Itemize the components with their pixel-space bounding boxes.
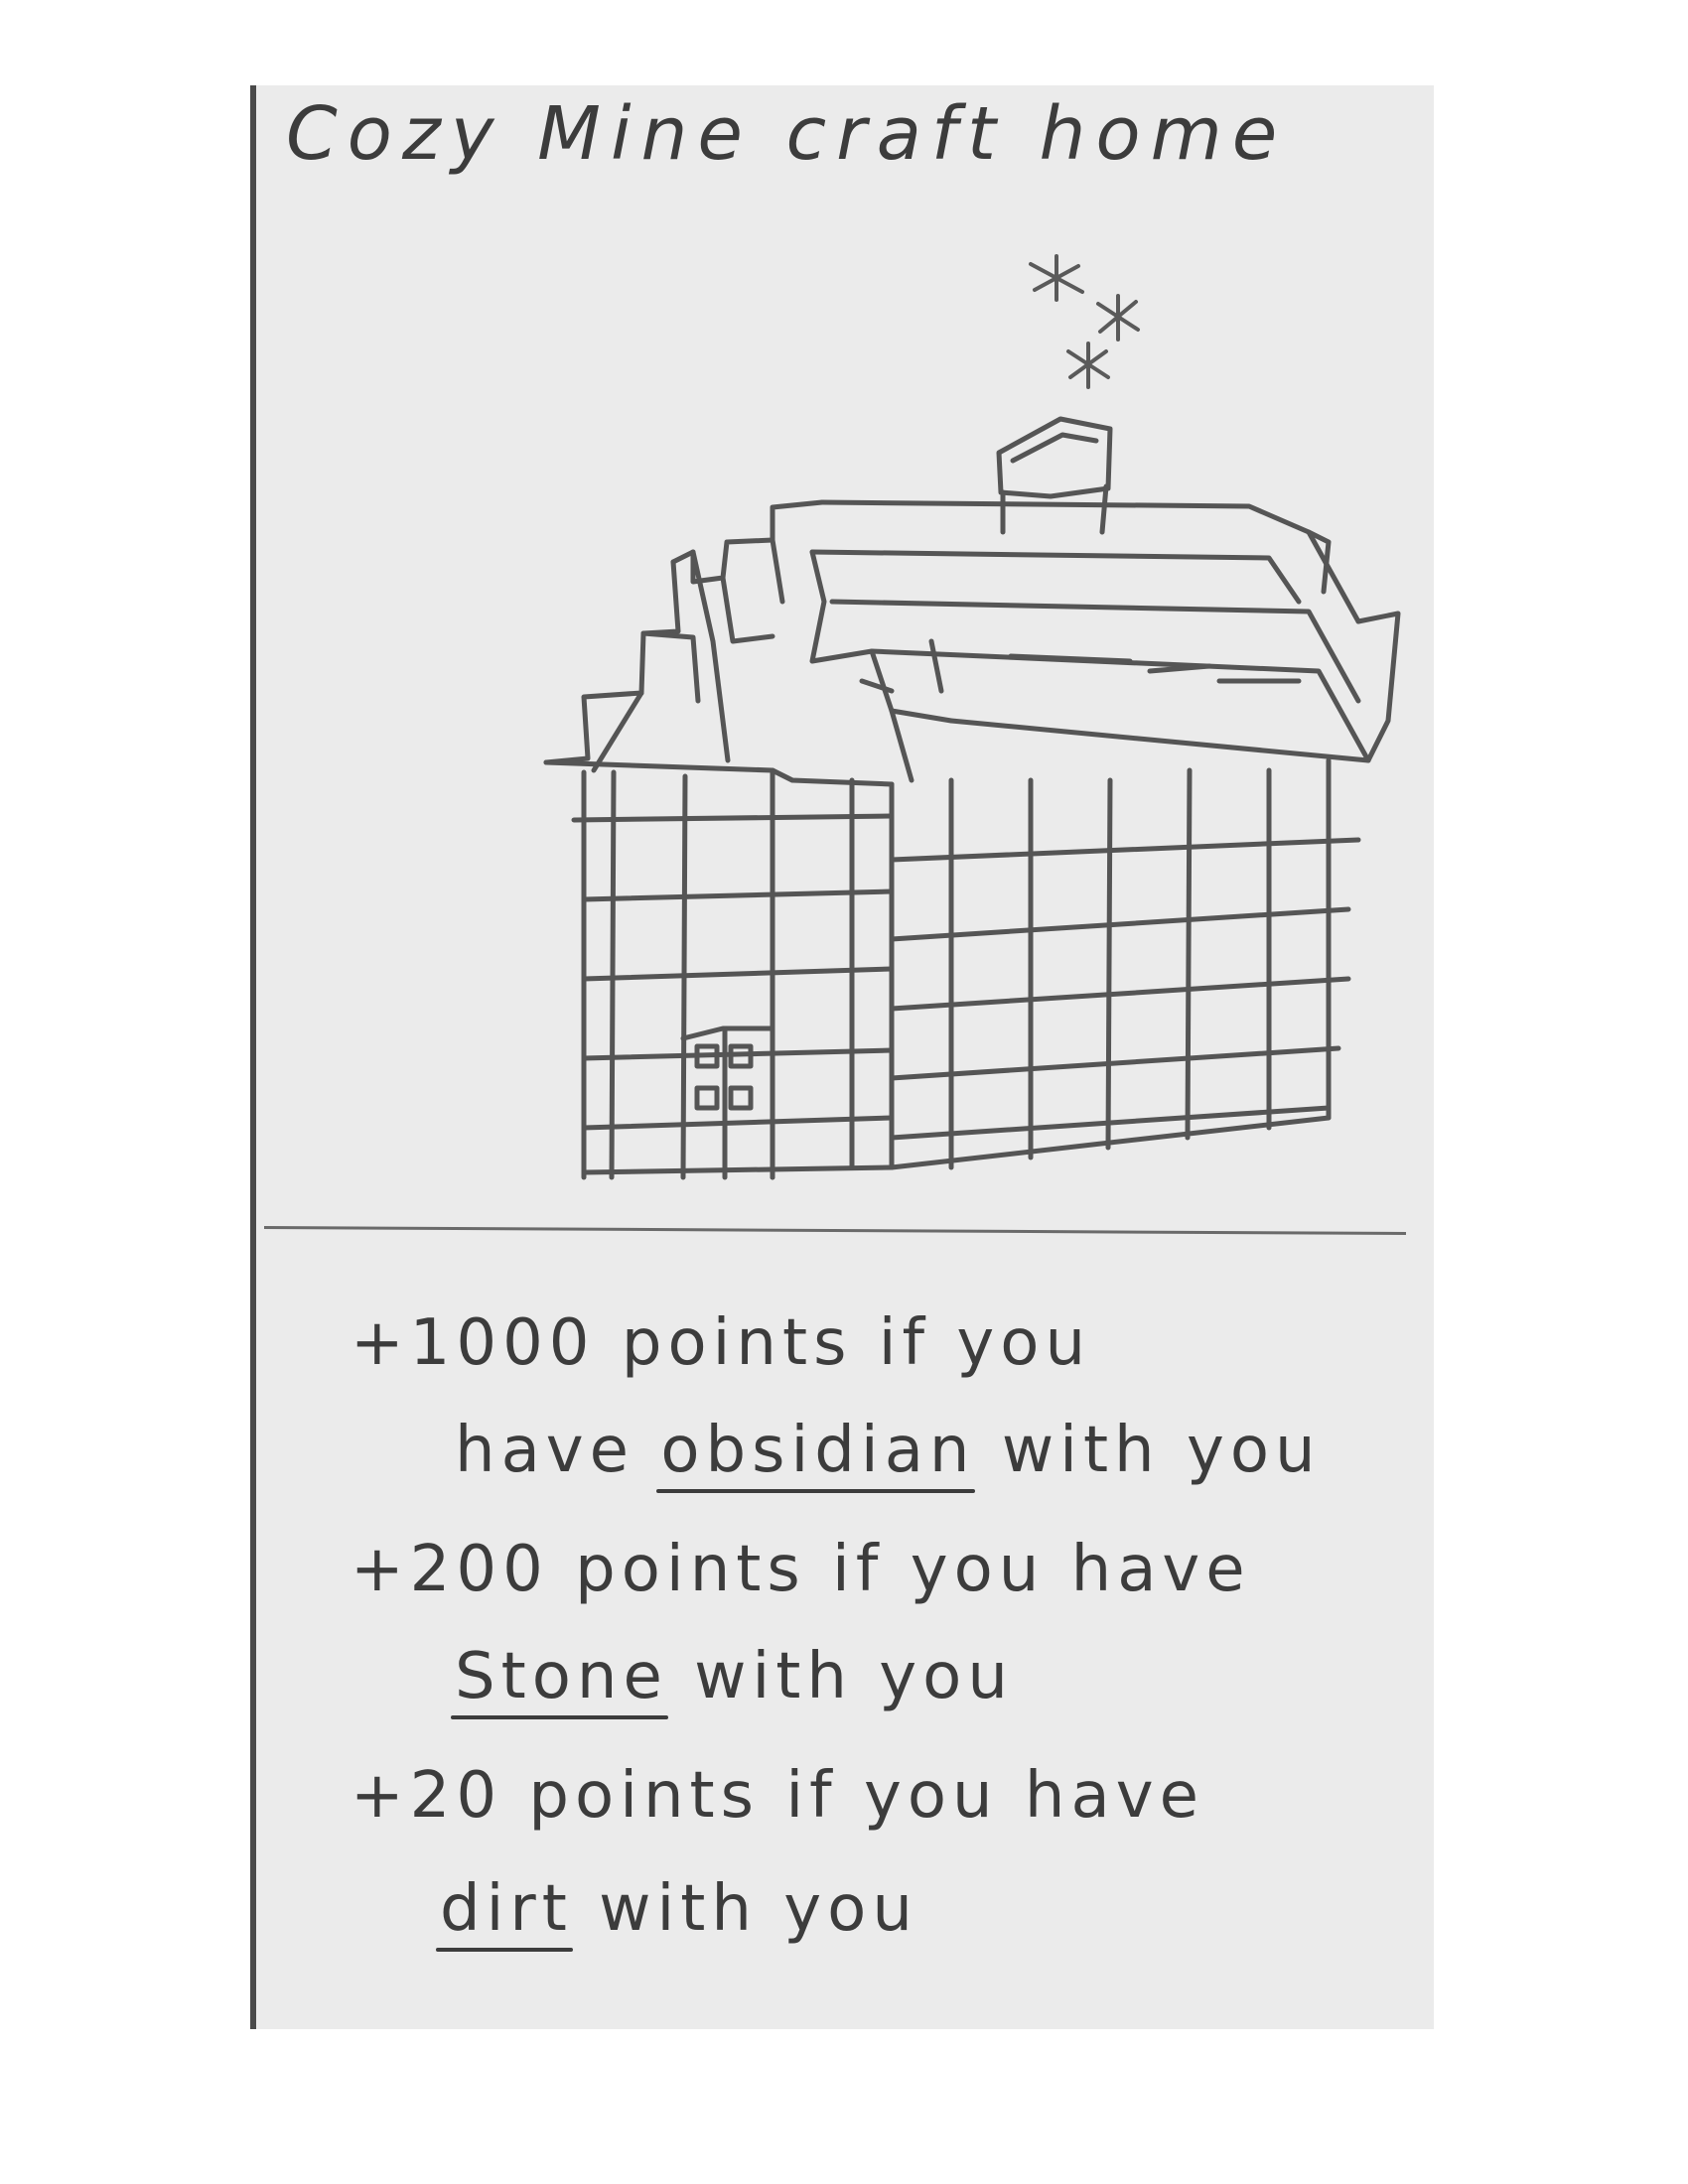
item-stone: Stone xyxy=(455,1640,668,1713)
house-drawing xyxy=(543,254,1401,1180)
right-wall xyxy=(889,757,1361,1170)
rule-obsidian-detail: have obsidian with you xyxy=(455,1414,1322,1487)
rule-stone-detail: Stone with you xyxy=(455,1640,1014,1713)
rule-obsidian-pre: have xyxy=(455,1414,635,1487)
rule-dirt-post: with you xyxy=(599,1872,918,1946)
chimney xyxy=(996,416,1113,535)
smoke-stars xyxy=(1029,254,1140,389)
scanned-page: Cozy Mine craft home +1000 points if you… xyxy=(0,0,1688,2184)
roof xyxy=(543,499,1401,787)
door xyxy=(680,1025,775,1180)
rule-obsidian-post: with you xyxy=(1001,1414,1322,1487)
item-dirt: dirt xyxy=(440,1872,573,1946)
left-wall xyxy=(571,767,895,1180)
item-obsidian: obsidian xyxy=(660,1414,976,1487)
rule-dirt-detail: dirt with you xyxy=(440,1872,918,1946)
index-card: Cozy Mine craft home +1000 points if you… xyxy=(250,85,1434,2029)
rule-stone-points: +200 points if you have xyxy=(351,1533,1251,1606)
rule-dirt-points: +20 points if you have xyxy=(351,1759,1204,1833)
rule-stone-post: with you xyxy=(694,1640,1014,1713)
rule-obsidian-points: +1000 points if you xyxy=(351,1306,1091,1380)
